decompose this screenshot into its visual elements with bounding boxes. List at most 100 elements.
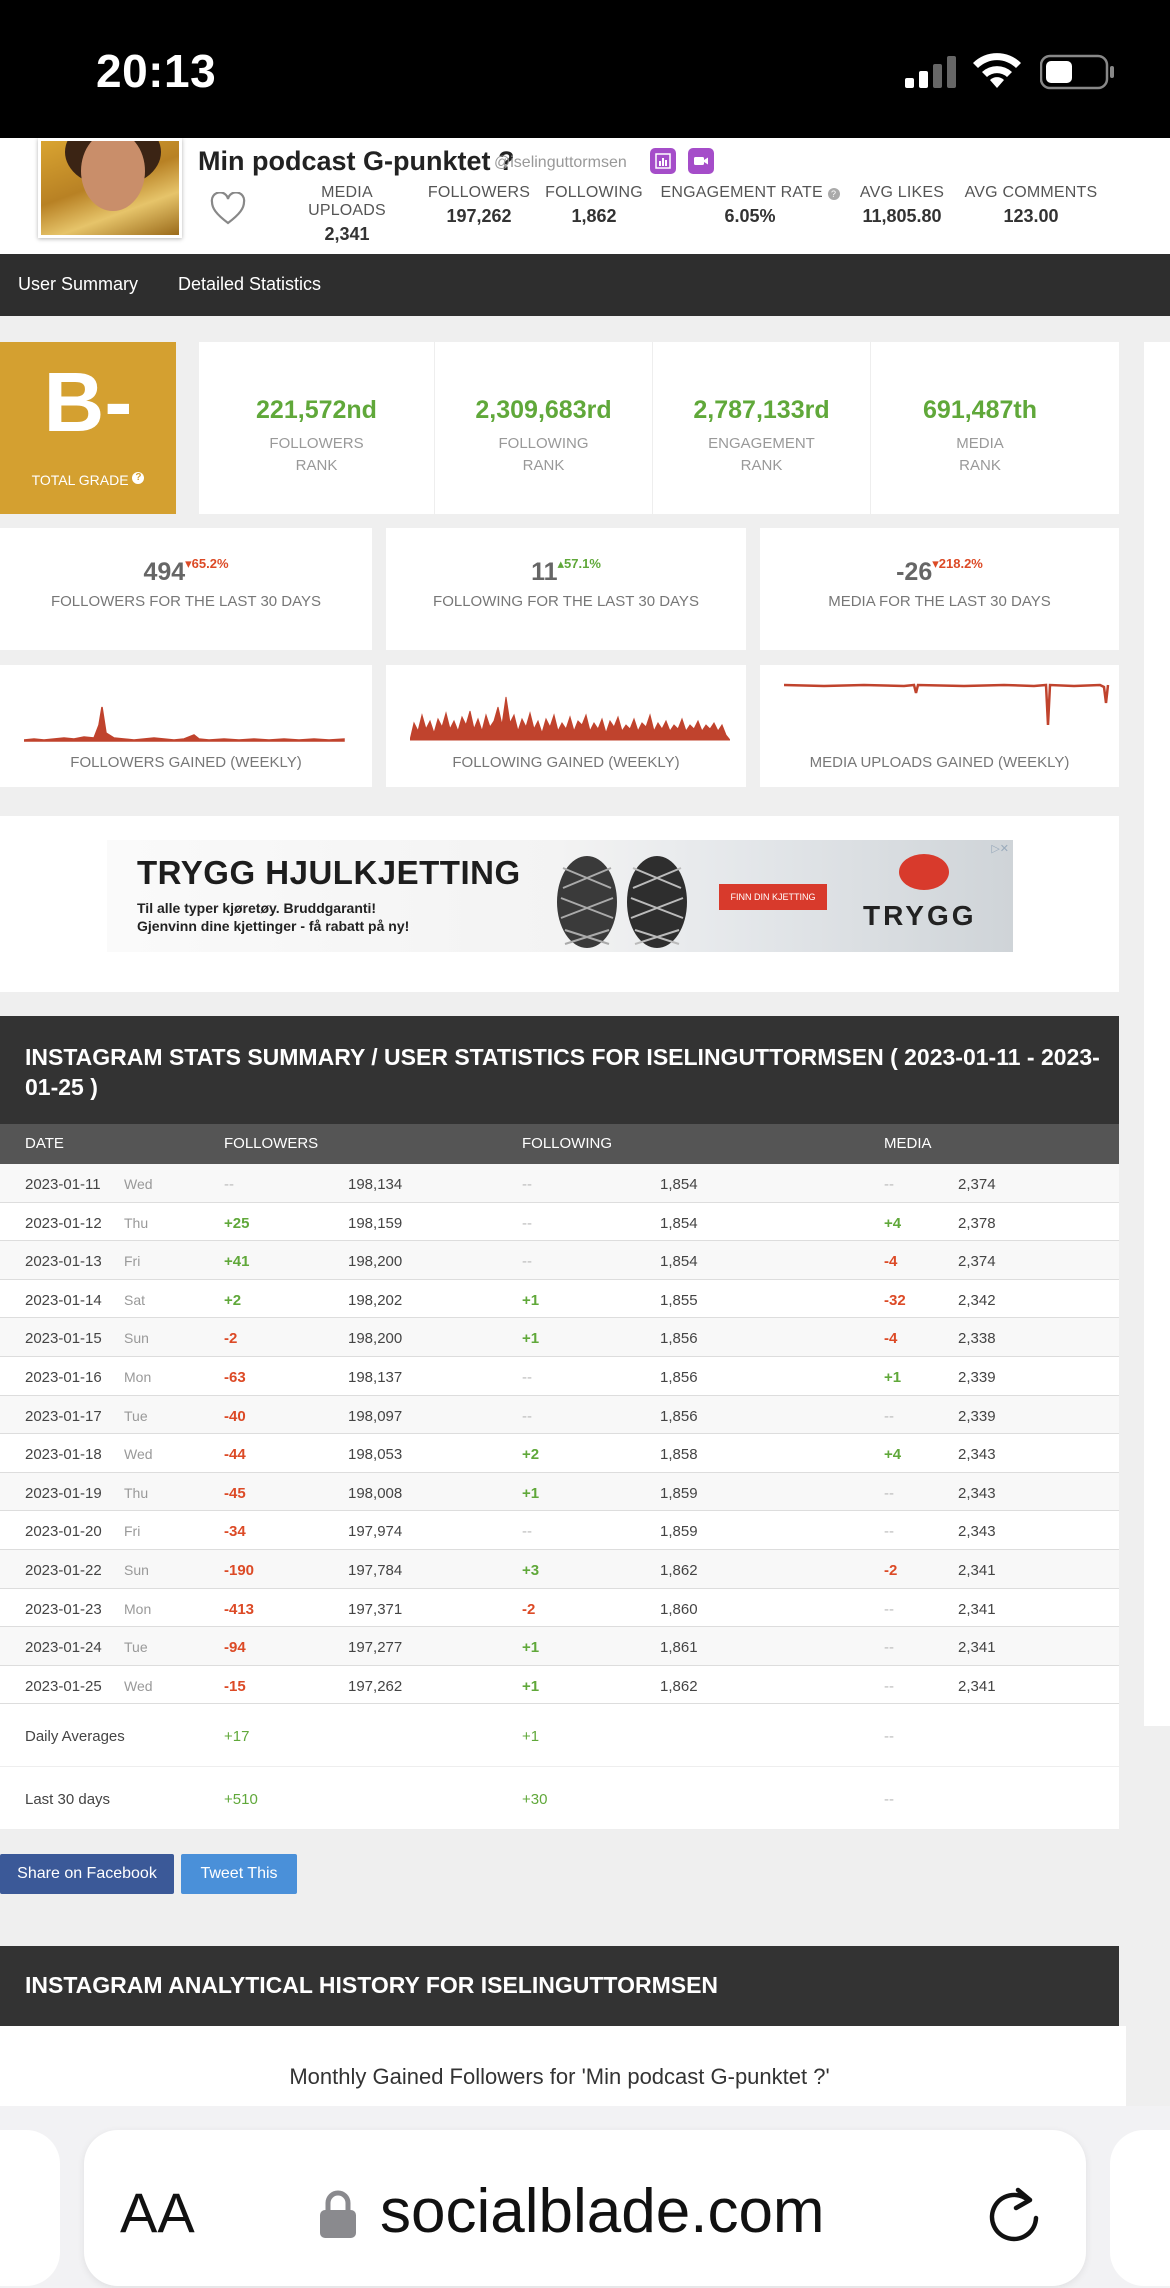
row-weekday: Wed (124, 1176, 153, 1192)
row-weekday: Tue (124, 1407, 148, 1424)
row-followers-total: 198,137 (348, 1368, 403, 1386)
row-date: 2023-01-11 (25, 1176, 101, 1193)
row-media-change: +4 (884, 1446, 902, 1464)
rank-following: 2,309,683rd FOLLOWING RANK (435, 342, 653, 514)
row-followers-change: -2 (224, 1330, 238, 1348)
stat-followers: FOLLOWERS 197,262 (427, 184, 531, 226)
tab-detailed-statistics[interactable]: Detailed Statistics (178, 274, 321, 295)
row-followers-total: 198,202 (348, 1291, 403, 1309)
row-following-total: 1,862 (660, 1561, 698, 1579)
row-media-change: -2 (884, 1561, 898, 1579)
row-followers-change: -44 (224, 1446, 246, 1464)
ad-banner[interactable]: TRYGG HJULKJETTING Til alle typer kjøret… (107, 840, 1013, 952)
url-text[interactable]: socialblade.com (380, 2176, 825, 2247)
stat-engagement-rate: ENGAGEMENT RATE ? 6.05% (660, 184, 840, 227)
daily-averages-row-followers: +17 (224, 1728, 250, 1746)
row-media-total: 2,378 (958, 1214, 996, 1232)
rank-panel: 221,572nd FOLLOWERS RANK 2,309,683rd FOLLOW… (199, 342, 1119, 514)
row-following-total: 1,854 (660, 1253, 698, 1271)
row-followers-total: 198,159 (348, 1214, 403, 1232)
row-date: 2023-01-20 (25, 1523, 102, 1541)
row-followers-change: -45 (224, 1484, 246, 1502)
stats-chart-icon[interactable] (650, 148, 676, 174)
stat-following: FOLLOWING 1,862 (545, 184, 643, 226)
row-following-change: -- (522, 1253, 532, 1271)
row-following-change: -- (522, 1407, 532, 1425)
last-30-days-row-following: +30 (522, 1791, 548, 1809)
row-following-change: +1 (522, 1291, 540, 1309)
row-weekday: Mon (124, 1600, 152, 1617)
row-media-change: -- (884, 1407, 894, 1425)
status-bar: 20:13 (0, 0, 1170, 138)
row-following-total: 1,854 (660, 1176, 698, 1193)
row-following-total: 1,856 (660, 1368, 698, 1386)
text-size-button[interactable]: AA (120, 2180, 195, 2245)
row-following-change: +1 (522, 1330, 540, 1348)
row-date: 2023-01-19 (25, 1484, 102, 1502)
tweet-button[interactable]: Tweet This (181, 1854, 297, 1894)
profile-handle: @iselinguttormsen (494, 154, 627, 171)
row-media-total: 2,343 (958, 1484, 996, 1502)
daily-averages-row: Daily Averages +17 +1 -- (0, 1704, 1119, 1768)
last-30-days-row-media: -- (884, 1791, 894, 1809)
table-row: 2023-01-19 Thu -45 198,008 +1 1,859 -- 2,343 (0, 1472, 1119, 1512)
row-followers-total: 198,200 (348, 1253, 403, 1271)
row-following-change: +1 (522, 1677, 540, 1695)
row-followers-change: +2 (224, 1291, 242, 1309)
row-date: 2023-01-24 (25, 1639, 102, 1657)
stat-avg-likes: AVG LIKES 11,805.80 (859, 184, 945, 226)
help-icon[interactable]: ? (132, 472, 145, 484)
row-media-total: 2,374 (958, 1176, 996, 1193)
followers-30-days-card: 494▾65.2% FOLLOWERS FOR THE LAST 30 DAYS (0, 528, 372, 650)
summary-table-body: 2023-01-11 Wed -- 198,134 -- 1,854 -- 2,374 2023… (0, 1164, 1119, 1831)
ad-text-line-1: Til alle typer kjøretøy. Bruddgaranti! (137, 900, 377, 916)
row-media-total: 2,341 (958, 1561, 996, 1579)
rank-followers: 221,572nd FOLLOWERS RANK (199, 342, 435, 514)
table-row: 2023-01-13 Fri +41 198,200 -- 1,854 -4 2,374 (0, 1241, 1119, 1280)
row-media-total: 2,339 (958, 1368, 996, 1386)
row-date: 2023-01-25 (25, 1677, 102, 1695)
reload-icon[interactable] (984, 2184, 1044, 2244)
wifi-icon (973, 53, 1021, 88)
tire-chain-image (627, 856, 687, 948)
tab-user-summary[interactable]: User Summary (18, 274, 138, 295)
ad-choices-icon[interactable]: ▷✕ (991, 842, 1009, 855)
row-media-change: -- (884, 1639, 894, 1657)
favorite-heart-icon[interactable] (210, 192, 246, 226)
table-row: 2023-01-17 Tue -40 198,097 -- 1,856 -- 2,339 (0, 1395, 1119, 1435)
row-followers-total: 197,784 (348, 1561, 403, 1579)
last-30-days-row-label: Last 30 days (25, 1791, 111, 1809)
history-title: INSTAGRAM ANALYTICAL HISTORY FOR ISELING… (25, 1972, 719, 1998)
table-row: 2023-01-15 Sun -2 198,200 +1 1,856 -4 2,338 (0, 1318, 1119, 1357)
row-media-change: -4 (884, 1330, 898, 1348)
row-media-total: 2,343 (958, 1523, 996, 1541)
row-followers-change: +41 (224, 1253, 250, 1271)
table-row: 2023-01-14 Sat +2 198,202 +1 1,855 -32 2,342 (0, 1280, 1119, 1319)
row-following-total: 1,862 (660, 1677, 698, 1695)
video-camera-icon[interactable] (688, 148, 714, 174)
row-followers-change: -190 (224, 1561, 255, 1579)
previous-tab-edge[interactable] (0, 2130, 60, 2286)
table-row: 2023-01-11 Wed -- 198,134 -- 1,854 -- 2,374 (0, 1164, 1119, 1203)
next-tab-edge[interactable] (1110, 2130, 1170, 2286)
ad-cta-button[interactable]: FINN DIN KJETTING (719, 884, 827, 910)
row-followers-change: -63 (224, 1368, 246, 1386)
row-following-change: -2 (522, 1600, 536, 1618)
row-following-total: 1,860 (660, 1600, 698, 1618)
total-grade-badge: B- TOTAL GRADE ? (0, 342, 176, 514)
row-weekday: Sat (124, 1291, 146, 1308)
last-30-days-row: Last 30 days +510 +30 -- (0, 1767, 1119, 1831)
share-facebook-button[interactable]: Share on Facebook (0, 1854, 174, 1894)
row-followers-total: 197,277 (348, 1639, 403, 1657)
row-following-total: 1,856 (660, 1330, 698, 1348)
row-following-change: +3 (522, 1561, 540, 1579)
row-following-change: -- (522, 1523, 532, 1541)
table-row: 2023-01-25 Wed -15 197,262 +1 1,862 -- 2,341 (0, 1666, 1119, 1705)
stat-avg-comments: AVG COMMENTS 123.00 (964, 184, 1098, 226)
row-following-change: -- (522, 1214, 532, 1232)
help-icon[interactable]: ? (827, 188, 840, 200)
row-media-total: 2,339 (958, 1407, 996, 1425)
row-followers-total: 198,008 (348, 1484, 403, 1502)
col-date: DATE (25, 1135, 64, 1152)
row-followers-total: 197,371 (348, 1600, 403, 1618)
